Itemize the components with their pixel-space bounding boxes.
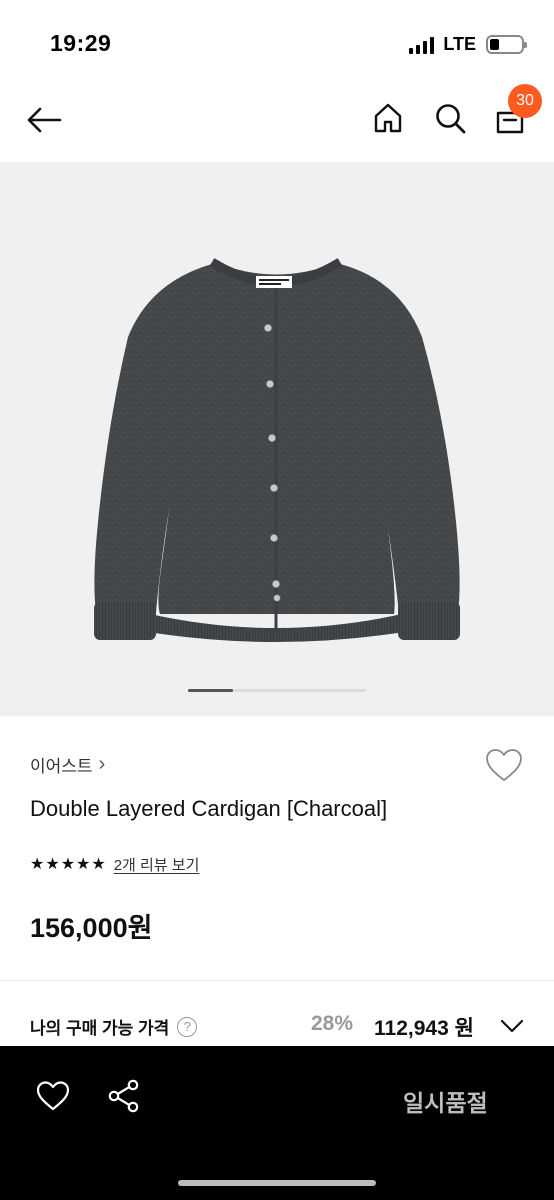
share-icon [108, 1079, 139, 1113]
home-button[interactable] [366, 96, 410, 140]
product-image [94, 258, 460, 642]
arrow-left-icon [27, 107, 62, 133]
bottom-wishlist-button[interactable] [33, 1076, 73, 1116]
brand-link[interactable]: 이어스트 › [30, 752, 105, 777]
my-price-label: 나의 구매 가능 가격 ? [30, 1014, 198, 1039]
divider [0, 980, 554, 981]
top-nav [0, 80, 554, 162]
brand-name: 이어스트 [30, 757, 93, 776]
carousel-indicator-active [188, 689, 233, 692]
heart-icon [36, 1081, 70, 1111]
star-icon: ★ [91, 855, 106, 873]
home-indicator [178, 1180, 376, 1186]
search-icon [436, 104, 466, 134]
my-price-value: 112,943 원 [374, 1017, 474, 1040]
carousel-indicator [188, 689, 366, 692]
search-button[interactable] [428, 96, 472, 140]
home-icon [374, 103, 402, 133]
back-button[interactable] [22, 98, 66, 142]
star-icon: ★ [45, 855, 60, 873]
star-icon: ★ [30, 855, 45, 873]
help-icon[interactable]: ? [177, 1016, 198, 1037]
heart-icon [486, 749, 522, 781]
review-link[interactable]: 2개 리뷰 보기 [114, 854, 200, 875]
network-label: LTE [443, 34, 476, 54]
rating-row: ★ ★ ★ ★ ★ 2개 리뷰 보기 [30, 854, 199, 875]
star-icon: ★ [60, 855, 76, 873]
soldout-button[interactable]: 일시품절 [403, 1084, 488, 1118]
product-price: 156,000원 [30, 913, 153, 943]
chevron-down-icon[interactable] [500, 1016, 524, 1036]
cart-count-badge: 30 [508, 84, 542, 118]
status-indicators: LTE [409, 34, 527, 55]
star-icon: ★ [76, 855, 91, 873]
rating-stars: ★ ★ ★ ★ ★ [30, 855, 106, 873]
status-bar: 19:29 LTE [0, 0, 554, 80]
product-title: Double Layered Cardigan [Charcoal] [30, 796, 388, 821]
share-button[interactable] [104, 1076, 144, 1116]
bottom-action-bar: 일시품절 [0, 1046, 554, 1200]
chevron-right-icon: › [98, 753, 106, 775]
battery-icon [486, 35, 527, 54]
product-image-carousel[interactable] [0, 162, 554, 716]
battery-level [490, 39, 499, 50]
signal-icon [409, 36, 435, 54]
wishlist-button[interactable] [484, 746, 524, 786]
my-price-label-text: 나의 구매 가능 가격 [30, 1019, 170, 1038]
my-price-row[interactable]: 나의 구매 가능 가격 ? 28% 112,943 원 [0, 1002, 554, 1046]
discount-rate: 28% [311, 1012, 354, 1035]
status-time: 19:29 [50, 30, 112, 56]
